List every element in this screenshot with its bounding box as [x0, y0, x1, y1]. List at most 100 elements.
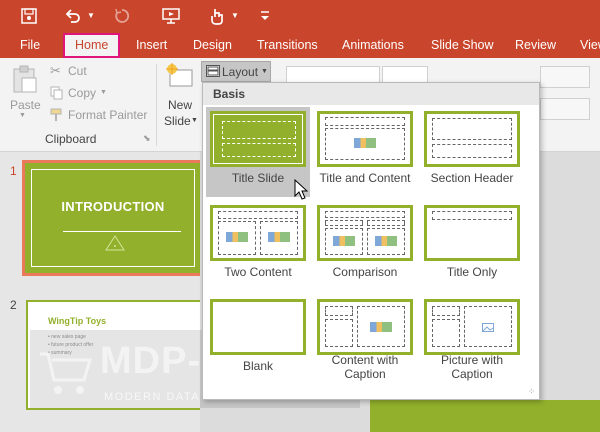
- present-icon[interactable]: [160, 4, 182, 28]
- slide-frame: [31, 169, 195, 267]
- scissors-icon: ✂: [50, 63, 61, 78]
- layout-thumbnail: [317, 299, 413, 355]
- ribbon-group-separator: [156, 64, 157, 146]
- copy-button[interactable]: Copy ▼: [48, 84, 112, 102]
- slide-thumbnail-1[interactable]: INTRODUCTION: [22, 160, 204, 276]
- undo-dropdown-icon[interactable]: ▼: [86, 4, 96, 28]
- layout-comparison[interactable]: Comparison: [313, 201, 417, 291]
- slide-number-2: 2: [10, 298, 17, 312]
- ribbon-control[interactable]: [540, 98, 590, 120]
- title-placeholder: [325, 211, 405, 218]
- format-painter-icon: [50, 108, 62, 121]
- layout-blank[interactable]: Blank: [206, 295, 310, 385]
- content-icons: [268, 232, 290, 242]
- mouse-pointer-icon: [294, 179, 308, 200]
- layout-title-and-content[interactable]: Title and Content: [313, 107, 417, 197]
- content-icons: [226, 232, 248, 242]
- tab-review[interactable]: Review: [515, 32, 556, 58]
- layout-label: Title and Content: [319, 171, 411, 185]
- new-slide-label-1: New: [168, 98, 193, 112]
- content-icons: [370, 322, 392, 332]
- subtitle-placeholder: [222, 143, 296, 157]
- title-placeholder: [325, 117, 405, 126]
- heading-placeholder-right: [367, 220, 405, 226]
- layout-content-with-caption[interactable]: Content with Caption: [313, 295, 417, 385]
- title-placeholder: [432, 211, 512, 220]
- heading-placeholder-left: [325, 220, 363, 226]
- touch-mode-dropdown-icon[interactable]: ▼: [230, 4, 240, 28]
- format-painter-label: Format Painter: [68, 108, 148, 122]
- slide-2-title: WingTip Toys: [48, 316, 107, 326]
- content-icons: [333, 236, 355, 246]
- redo-icon: [112, 4, 132, 28]
- ribbon-tab-row: File Home Insert Design Transitions Anim…: [0, 32, 600, 58]
- copy-icon: [50, 86, 63, 100]
- layout-section-header[interactable]: Section Header: [420, 107, 524, 197]
- undo-icon[interactable]: [62, 4, 84, 28]
- main-slide-canvas[interactable]: [370, 400, 600, 432]
- layout-gallery-dropdown: Basis Title Slide Title and Content Sect…: [202, 82, 540, 400]
- layout-thumbnail: [317, 205, 413, 261]
- text-placeholder: [432, 144, 512, 158]
- layout-two-content[interactable]: Two Content: [206, 201, 310, 291]
- layout-label: Blank: [242, 359, 274, 373]
- new-slide-button[interactable]: New Slide ▼: [160, 62, 198, 128]
- copy-label: Copy: [68, 86, 97, 100]
- new-slide-icon: [166, 63, 193, 87]
- content-icons: [375, 236, 397, 246]
- title-placeholder: [218, 211, 298, 219]
- layout-label: Two Content: [224, 265, 292, 279]
- layout-thumbnail: [424, 111, 520, 167]
- format-painter-button[interactable]: Format Painter: [48, 106, 148, 124]
- slide-number-1: 1: [10, 164, 17, 178]
- layout-thumbnail: [424, 205, 520, 261]
- layout-label: Picture with Caption: [440, 353, 504, 381]
- title-placeholder: [432, 118, 512, 140]
- layout-label: Title Only: [446, 265, 498, 279]
- slide-divider: [63, 231, 181, 232]
- title-bar: ▼ ▼: [0, 0, 600, 32]
- layout-thumbnail: [210, 299, 306, 355]
- layout-dropdown-icon: ▼: [261, 68, 268, 75]
- content-icons: [354, 138, 376, 148]
- triangle-icon: [105, 235, 125, 251]
- tab-file[interactable]: File: [20, 32, 40, 58]
- tab-view[interactable]: View: [580, 32, 600, 58]
- resize-grip-icon[interactable]: ⁘: [528, 387, 535, 396]
- layout-thumbnail: [424, 299, 520, 355]
- ribbon-control[interactable]: [540, 66, 590, 88]
- layout-label: Content with Caption: [331, 353, 399, 381]
- gallery-section-title: Basis: [213, 87, 246, 101]
- layout-icon: [206, 65, 220, 77]
- tab-home[interactable]: Home: [63, 33, 121, 58]
- title-placeholder: [222, 121, 296, 139]
- paste-button[interactable]: Paste ▼: [6, 62, 44, 122]
- tab-transitions[interactable]: Transitions: [257, 32, 318, 58]
- new-slide-label-2: Slide: [164, 114, 191, 128]
- touch-mode-icon[interactable]: [206, 4, 228, 28]
- layout-title-only[interactable]: Title Only: [420, 201, 524, 291]
- tab-design[interactable]: Design: [193, 32, 232, 58]
- save-icon[interactable]: [18, 4, 40, 28]
- layout-label: Layout: [222, 65, 259, 79]
- customize-icon[interactable]: [258, 4, 272, 28]
- slide-1-title: INTRODUCTION: [61, 199, 165, 214]
- tab-animations[interactable]: Animations: [342, 32, 404, 58]
- copy-dropdown-icon: ▼: [100, 89, 107, 96]
- layout-thumbnail: [317, 111, 413, 167]
- layout-picture-with-caption[interactable]: Picture with Caption: [420, 295, 524, 385]
- tab-slide-show[interactable]: Slide Show: [431, 32, 494, 58]
- title-placeholder: [325, 306, 353, 316]
- cut-button[interactable]: ✂ Cut: [48, 62, 108, 80]
- layout-thumbnail: [210, 111, 306, 167]
- paste-dropdown-icon: ▼: [19, 112, 26, 119]
- new-slide-dropdown-icon: ▼: [191, 117, 198, 124]
- layout-button[interactable]: Layout ▼: [201, 61, 271, 82]
- tab-insert[interactable]: Insert: [136, 32, 167, 58]
- layout-label: Section Header: [430, 171, 514, 185]
- clipboard-group-label: Clipboard: [45, 132, 97, 146]
- clipboard-dialog-launcher-icon[interactable]: ⬊: [143, 133, 151, 144]
- picture-icon: [482, 323, 494, 332]
- cut-label: Cut: [68, 64, 87, 78]
- clipboard-icon: [13, 65, 37, 93]
